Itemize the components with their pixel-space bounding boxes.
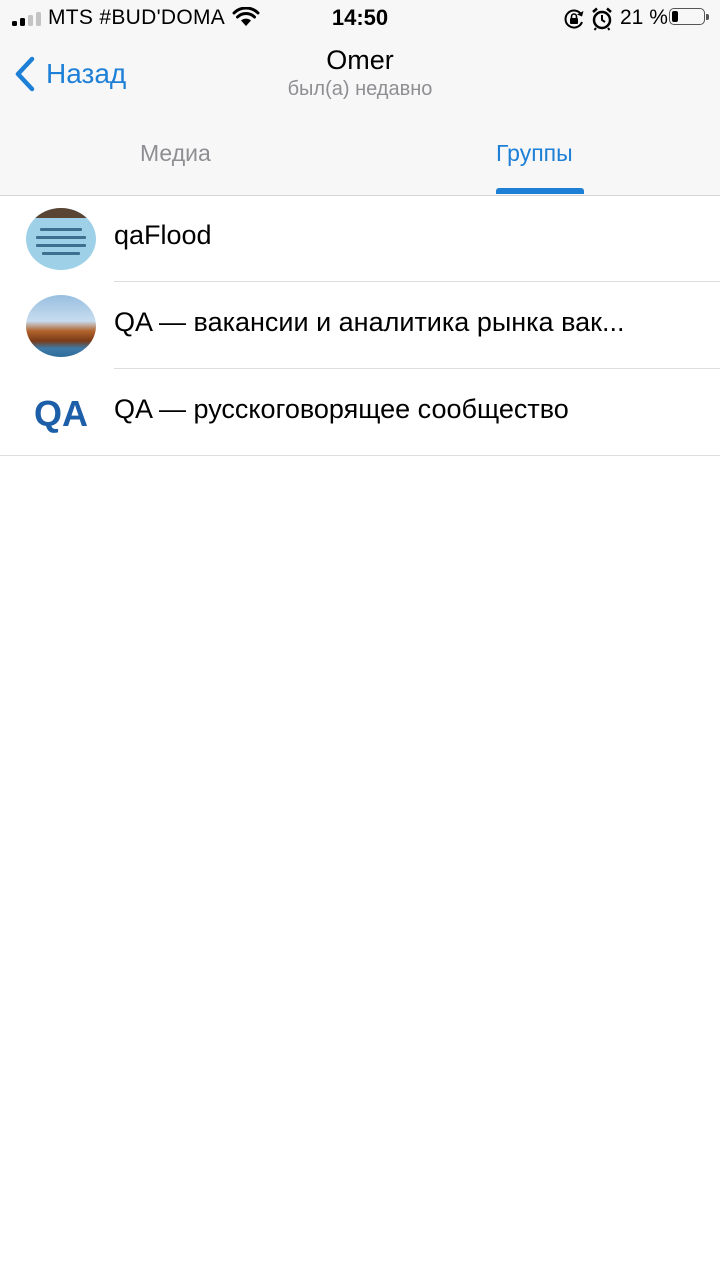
qa-logo-avatar: QA (34, 393, 88, 434)
tab-media[interactable]: Медиа (140, 140, 211, 167)
group-name: QA — русскоговорящее сообщество (114, 394, 569, 424)
group-avatar (26, 295, 96, 357)
list-item[interactable]: QA — вакансии и аналитика рынка вак... (0, 282, 720, 369)
battery-icon (669, 8, 709, 25)
battery-level (672, 11, 678, 22)
tab-groups[interactable]: Группы (496, 140, 573, 167)
group-avatar (26, 208, 96, 270)
list-item[interactable]: qaFlood (0, 195, 720, 282)
svg-text:QA: QA (34, 393, 88, 434)
last-seen-status: был(а) недавно (287, 78, 433, 100)
group-name: qaFlood (114, 220, 212, 250)
list-item[interactable]: QA QA — русскоговорящее сообщество (0, 369, 720, 456)
navigation-bar: Назад Omer был(а) недавно Медиа Группы (0, 38, 720, 196)
group-name: QA — вакансии и аналитика рынка вак... (114, 307, 625, 337)
divider (0, 455, 720, 456)
groups-list: qaFlood QA — вакансии и аналитика рынка … (0, 195, 720, 456)
alarm-icon (592, 7, 612, 31)
tab-selected-indicator (496, 188, 584, 194)
battery-percentage: 21 % (620, 6, 668, 29)
page-title: Omer (326, 45, 394, 75)
status-bar: MTS #BUD'DOMA 14:50 21 % (0, 0, 720, 38)
rotation-lock-icon (564, 9, 584, 29)
